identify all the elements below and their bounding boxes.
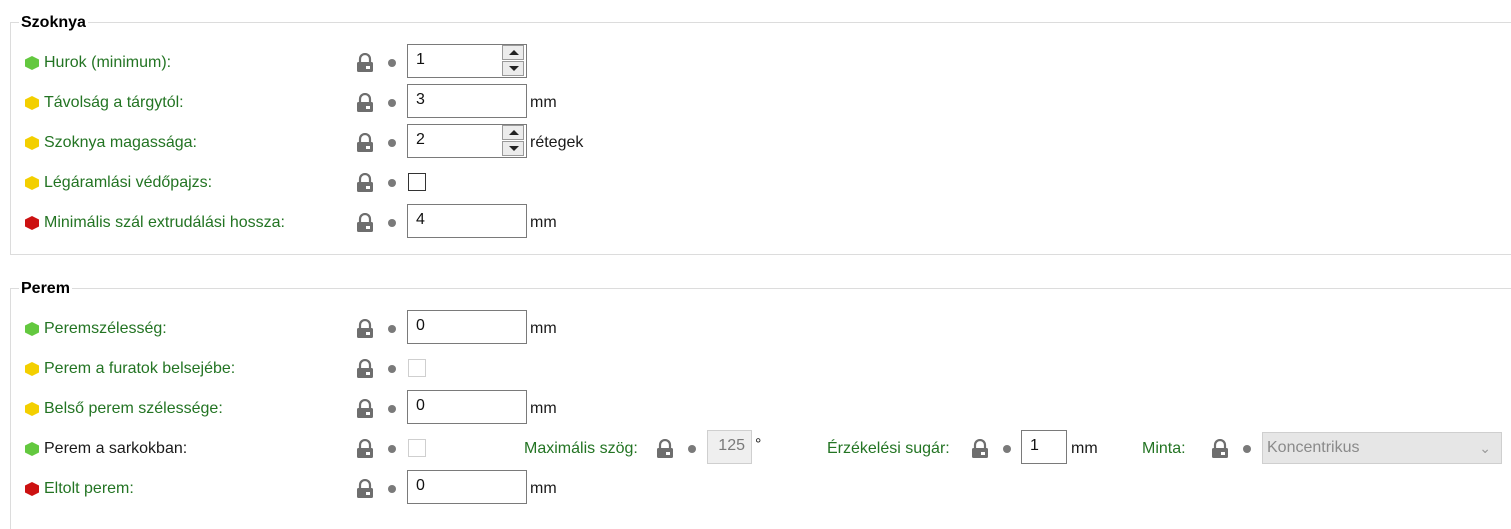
lock-icon[interactable] [356,133,374,153]
skirt-group-title: Szoknya [19,14,88,32]
detection-radius-label: Érzékelési sugár: [827,440,950,457]
lock-icon[interactable] [356,93,374,113]
lock-icon[interactable] [356,213,374,233]
brim-ears-checkbox[interactable] [408,439,426,457]
brim-group: Perem [10,280,1511,529]
distance-label: Távolság a tárgytól: [44,94,184,111]
lock-icon[interactable] [356,359,374,379]
loops-label: Hurok (minimum): [44,54,172,71]
max-angle-unit: ° [755,436,762,453]
brim-ears-label: Perem a sarkokban: [44,440,188,457]
spin-down-icon[interactable] [502,61,524,76]
brim-group-title: Perem [19,280,72,298]
max-angle-label: Maximális szög: [524,440,638,457]
min-extrusion-input[interactable]: 4 [407,204,527,238]
skirt-height-spin-buttons[interactable] [502,124,526,158]
brim-inside-holes-label: Perem a furatok belsejébe: [44,360,236,377]
brim-width-label: Peremszélesség: [44,320,167,337]
pattern-select[interactable]: Koncentrikus ⌄ [1262,432,1502,464]
lock-icon[interactable] [356,399,374,419]
pattern-label: Minta: [1142,440,1186,457]
dot-icon[interactable] [1243,445,1251,453]
spin-down-icon[interactable] [502,141,524,156]
lock-icon[interactable] [356,173,374,193]
brim-offset-unit: mm [530,480,557,497]
loops-spin-buttons[interactable] [502,44,526,78]
min-extrusion-unit: mm [530,214,557,231]
spin-up-icon[interactable] [502,45,524,60]
brim-width-input[interactable]: 0 [407,310,527,344]
min-extrusion-label: Minimális szál extrudálási hossza: [44,214,285,231]
lock-icon[interactable] [656,439,674,459]
dot-icon[interactable] [388,445,396,453]
brim-inside-holes-checkbox[interactable] [408,359,426,377]
skirt-height-label: Szoknya magassága: [44,134,197,151]
max-angle-input[interactable]: 125 [707,430,752,464]
lock-icon[interactable] [356,439,374,459]
distance-input[interactable]: 3 [407,84,527,118]
inner-brim-width-label: Belső perem szélessége: [44,400,223,417]
draft-shield-checkbox[interactable] [408,173,426,191]
lock-icon[interactable] [1211,439,1229,459]
dot-icon[interactable] [1003,445,1011,453]
dot-icon[interactable] [388,139,396,147]
dot-icon[interactable] [388,365,396,373]
dot-icon[interactable] [388,485,396,493]
brim-offset-input[interactable]: 0 [407,470,527,504]
lock-icon[interactable] [356,479,374,499]
brim-width-unit: mm [530,320,557,337]
lock-icon[interactable] [356,319,374,339]
dot-icon[interactable] [388,405,396,413]
dot-icon[interactable] [688,445,696,453]
detection-radius-input[interactable]: 1 [1021,430,1067,464]
spin-up-icon[interactable] [502,125,524,140]
inner-brim-width-unit: mm [530,400,557,417]
draft-shield-label: Légáramlási védőpajzs: [44,174,213,191]
chevron-down-icon: ⌄ [1479,440,1491,456]
lock-icon[interactable] [971,439,989,459]
dot-icon[interactable] [388,59,396,67]
detection-radius-unit: mm [1071,440,1098,457]
dot-icon[interactable] [388,99,396,107]
distance-unit: mm [530,94,557,111]
lock-icon[interactable] [356,53,374,73]
dot-icon[interactable] [388,325,396,333]
dot-icon[interactable] [388,219,396,227]
dot-icon[interactable] [388,179,396,187]
skirt-height-unit: rétegek [530,134,584,151]
brim-offset-label: Eltolt perem: [44,480,134,497]
inner-brim-width-input[interactable]: 0 [407,390,527,424]
